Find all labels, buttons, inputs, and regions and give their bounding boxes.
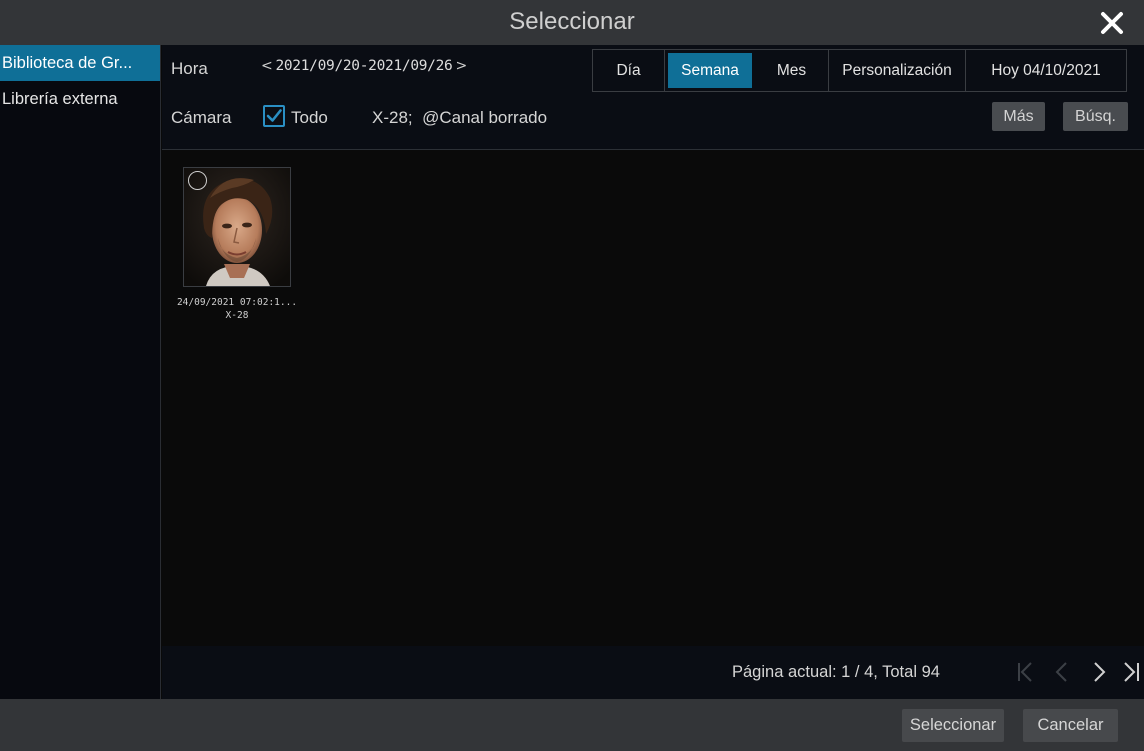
previous-page-icon[interactable] <box>1050 660 1074 684</box>
tab-custom[interactable]: Personalización <box>829 50 966 91</box>
cancel-button[interactable]: Cancelar <box>1023 709 1118 742</box>
today-button[interactable]: Hoy 04/10/2021 <box>966 50 1126 91</box>
pagination-bar: Página actual: 1 / 4, Total 94 <box>162 646 1144 699</box>
tab-month[interactable]: Mes <box>755 50 829 91</box>
footer-bar: Seleccionar Cancelar <box>0 699 1144 751</box>
chevron-left-icon[interactable]: < <box>258 58 275 74</box>
dialog-title: Seleccionar <box>509 8 635 35</box>
close-icon[interactable] <box>1098 9 1126 37</box>
last-page-icon[interactable] <box>1120 660 1144 684</box>
sidebar-item-image-library[interactable]: Biblioteca de Gr... <box>0 45 160 81</box>
first-page-icon[interactable] <box>1012 660 1036 684</box>
all-checkbox[interactable] <box>263 105 285 127</box>
sidebar: Biblioteca de Gr... Librería externa <box>0 45 161 699</box>
tab-day[interactable]: Día <box>593 50 665 91</box>
channel-list: X-28; @Canal borrado <box>372 108 548 127</box>
more-button[interactable]: Más <box>992 102 1045 131</box>
chevron-right-icon[interactable]: > <box>452 58 469 74</box>
select-circle[interactable] <box>188 171 207 190</box>
time-label: Hora <box>171 59 208 78</box>
title-bar: Seleccionar <box>0 0 1144 45</box>
all-label: Todo <box>291 108 328 127</box>
results-grid: 24/09/2021 07:02:1... X-28 <box>162 150 1144 646</box>
next-page-icon[interactable] <box>1087 660 1111 684</box>
tab-week[interactable]: Semana <box>668 53 752 88</box>
date-range-value: 2021/09/20-2021/09/26 <box>275 58 453 74</box>
thumbnail-camera: X-28 <box>225 310 249 321</box>
result-thumbnail[interactable] <box>183 167 291 287</box>
check-icon <box>266 109 282 122</box>
thumbnail-datetime: 24/09/2021 07:02:1... <box>176 297 298 308</box>
filter-panel: Hora < 2021/09/20-2021/09/26 > Día Seman… <box>162 45 1144 150</box>
page-info: Página actual: 1 / 4, Total 94 <box>732 663 940 681</box>
select-button[interactable]: Seleccionar <box>902 709 1004 742</box>
sidebar-item-external-library[interactable]: Librería externa <box>0 81 160 117</box>
camera-label: Cámara <box>171 108 232 127</box>
search-button[interactable]: Búsq. <box>1063 102 1128 131</box>
date-range-selector: < 2021/09/20-2021/09/26 > <box>258 58 470 74</box>
period-selector: Día Semana Mes Personalización Hoy 04/10… <box>592 49 1127 92</box>
today-label: Hoy 04/10/2021 <box>991 62 1101 79</box>
